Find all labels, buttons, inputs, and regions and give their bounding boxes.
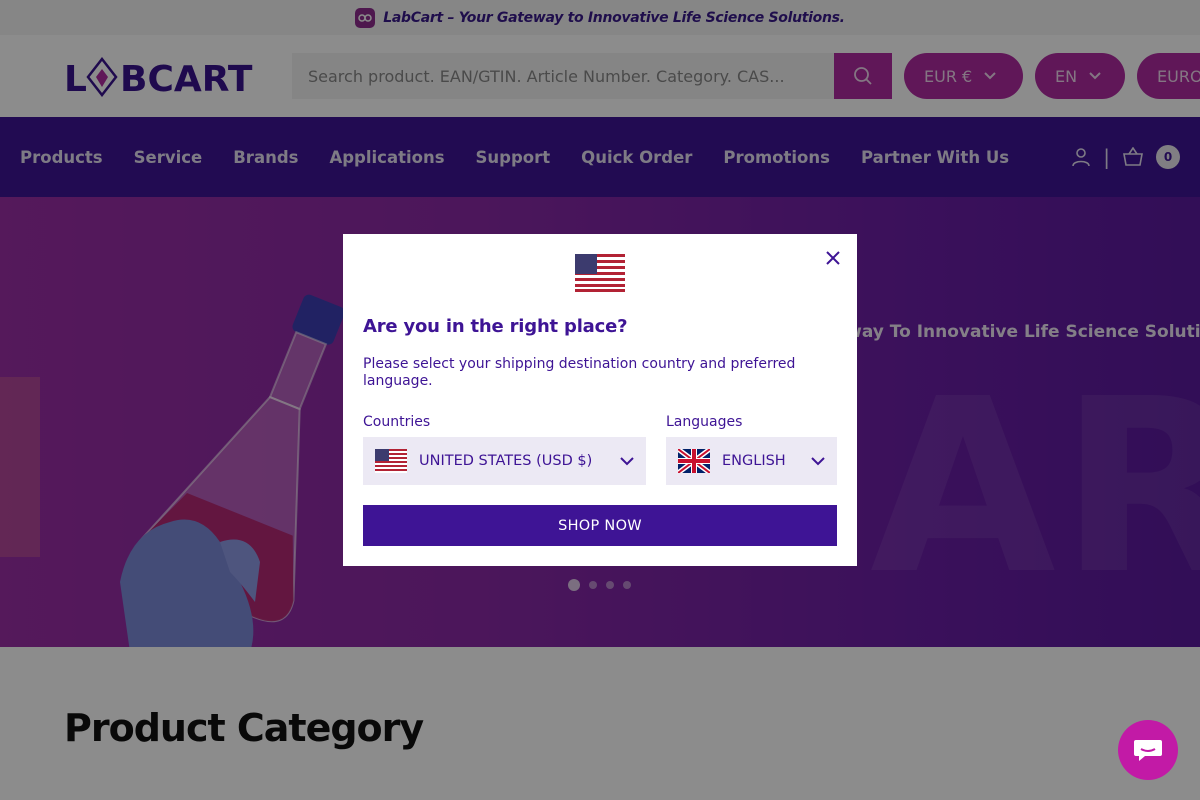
languages-label: Languages <box>666 414 743 430</box>
uk-flag-icon <box>678 449 710 473</box>
chevron-down-icon <box>811 456 825 465</box>
us-flag-icon <box>375 449 407 473</box>
modal-title: Are you in the right place? <box>363 316 628 337</box>
countries-label: Countries <box>363 414 431 430</box>
chevron-down-icon <box>620 456 634 465</box>
us-flag-icon <box>575 254 625 292</box>
language-value: ENGLISH <box>722 453 786 469</box>
shop-now-button[interactable]: SHOP NOW <box>363 505 837 546</box>
chat-icon <box>1134 740 1162 761</box>
close-icon <box>826 251 840 265</box>
close-button[interactable] <box>823 248 843 268</box>
modal-description: Please select your shipping destination … <box>363 356 796 389</box>
chat-button[interactable] <box>1118 720 1178 780</box>
country-value: UNITED STATES (USD $) <box>419 453 593 469</box>
country-select[interactable]: UNITED STATES (USD $) <box>363 437 646 485</box>
location-modal: Are you in the right place? Please selec… <box>343 234 857 566</box>
language-select[interactable]: ENGLISH <box>666 437 837 485</box>
